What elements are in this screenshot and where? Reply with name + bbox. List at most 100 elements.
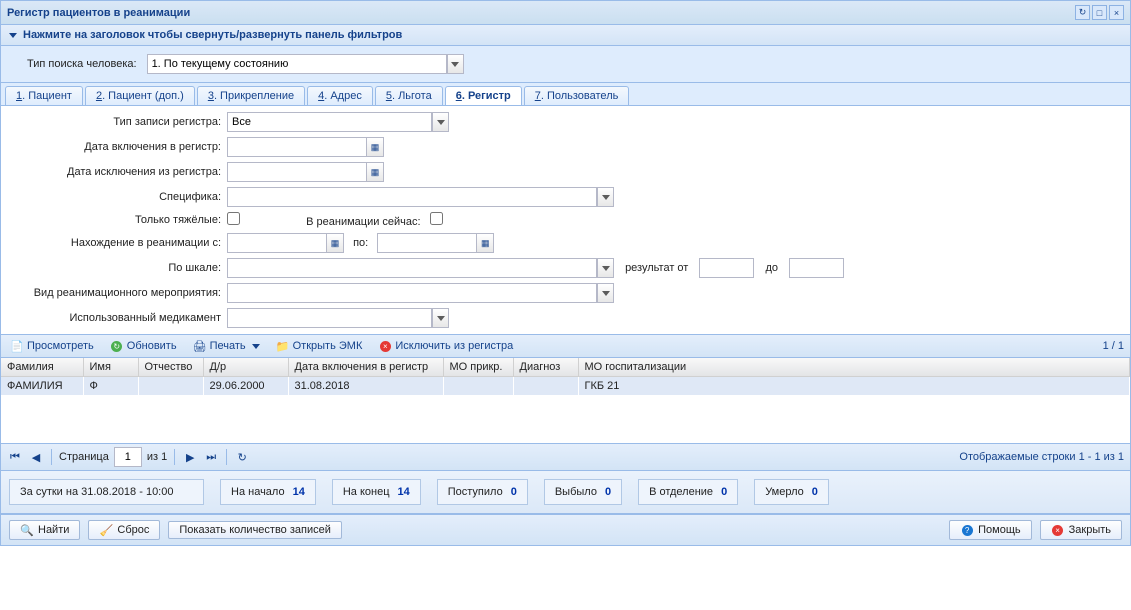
search-type-combo[interactable] xyxy=(147,54,464,74)
summary-start: На начало14 xyxy=(220,479,316,505)
filter-hint: Нажмите на заголовок чтобы свернуть/разв… xyxy=(23,29,402,41)
pager: ⏮ ◀ Страница из 1 ▶ ⏭ ↻ Отображаемые стр… xyxy=(1,443,1130,471)
titlebar: Регистр пациентов в реанимации ↻ □ × xyxy=(1,1,1130,25)
prev-page-icon[interactable]: ◀ xyxy=(28,449,44,465)
maximize-icon[interactable]: □ xyxy=(1092,5,1107,20)
page-label: Страница xyxy=(59,451,109,463)
tab-1[interactable]: 2. Пациент (доп.) xyxy=(85,86,195,105)
open-emk-button[interactable]: 📁Открыть ЭМК xyxy=(273,337,366,355)
column-header[interactable]: МО прикр. xyxy=(443,358,513,377)
dropdown-trigger-icon[interactable] xyxy=(432,112,449,132)
page-of: из 1 xyxy=(147,451,167,463)
find-button[interactable]: 🔍Найти xyxy=(9,520,80,540)
filter-panel-header[interactable]: Нажмите на заголовок чтобы свернуть/разв… xyxy=(1,25,1130,46)
refresh-button[interactable]: ↻Обновить xyxy=(107,337,180,355)
excl-date-field[interactable]: ▦ xyxy=(227,162,1122,182)
record-count: 1 / 1 xyxy=(1103,340,1124,352)
search-type-label: Тип поиска человека: xyxy=(27,58,143,70)
printer-icon: 🖨 xyxy=(193,339,207,353)
refresh-icon: ↻ xyxy=(110,339,124,353)
stay-from-label: Нахождение в реанимации с: xyxy=(9,237,227,249)
result-from-input[interactable] xyxy=(699,258,754,278)
column-header[interactable]: Отчество xyxy=(138,358,203,377)
scale-combo[interactable] xyxy=(227,258,614,278)
help-button[interactable]: ?Помощь xyxy=(949,520,1032,540)
incl-date-label: Дата включения в регистр: xyxy=(9,141,227,153)
search-type-row: Тип поиска человека: xyxy=(1,46,1130,83)
tab-strip: 1. Пациент2. Пациент (доп.)3. Прикреплен… xyxy=(1,83,1130,106)
stay-to-date[interactable]: ▦ xyxy=(377,233,494,253)
search-type-value[interactable] xyxy=(147,54,447,74)
drug-combo[interactable] xyxy=(227,308,1122,328)
dropdown-trigger-icon[interactable] xyxy=(597,187,614,207)
next-page-icon[interactable]: ▶ xyxy=(182,449,198,465)
summary-in: Поступило0 xyxy=(437,479,528,505)
drug-label: Использованный медикамент xyxy=(9,312,227,324)
tab-4[interactable]: 5. Льгота xyxy=(375,86,443,105)
tab-5[interactable]: 6. Регистр xyxy=(445,86,522,105)
result-from-label: результат от xyxy=(625,262,688,274)
column-header[interactable]: Имя xyxy=(83,358,138,377)
help-icon: ? xyxy=(960,523,974,537)
tab-3[interactable]: 4. Адрес xyxy=(307,86,373,105)
summary-asof: За сутки на 31.08.2018 - 10:00 xyxy=(9,479,204,505)
last-page-icon[interactable]: ⏭ xyxy=(203,449,219,465)
column-header[interactable]: Диагноз xyxy=(513,358,578,377)
column-header[interactable]: Дата включения в регистр xyxy=(288,358,443,377)
calendar-icon[interactable]: ▦ xyxy=(367,162,384,182)
severe-only-label: Только тяжёлые: xyxy=(9,214,227,226)
calendar-icon[interactable]: ▦ xyxy=(367,137,384,157)
calendar-icon[interactable]: ▦ xyxy=(327,233,344,253)
close-icon[interactable]: × xyxy=(1109,5,1124,20)
event-type-label: Вид реанимационного мероприятия: xyxy=(9,287,227,299)
close-button[interactable]: ×Закрыть xyxy=(1040,520,1122,540)
first-page-icon[interactable]: ⏮ xyxy=(7,449,23,465)
chevron-down-icon xyxy=(252,344,260,349)
in-reanim-now-label: В реанимации сейчас: xyxy=(306,216,426,228)
rec-type-label: Тип записи регистра: xyxy=(9,116,227,128)
table-row[interactable]: ФАМИЛИЯФ29.06.200031.08.2018ГКБ 21 xyxy=(1,377,1130,396)
column-header[interactable]: Д/р xyxy=(203,358,288,377)
rec-type-combo[interactable] xyxy=(227,112,1122,132)
window-registry: Регистр пациентов в реанимации ↻ □ × Наж… xyxy=(0,0,1131,546)
reload-icon[interactable]: ↻ xyxy=(234,449,250,465)
specific-label: Специфика: xyxy=(9,191,227,203)
view-button[interactable]: 📄Просмотреть xyxy=(7,337,97,355)
in-reanim-now-checkbox[interactable] xyxy=(430,212,443,225)
tab-2[interactable]: 3. Прикрепление xyxy=(197,86,305,105)
calendar-icon[interactable]: ▦ xyxy=(477,233,494,253)
window-title: Регистр пациентов в реанимации xyxy=(7,7,1073,19)
tab-0[interactable]: 1. Пациент xyxy=(5,86,83,105)
specific-combo[interactable] xyxy=(227,187,1122,207)
dropdown-trigger-icon[interactable] xyxy=(597,258,614,278)
incl-date-field[interactable]: ▦ xyxy=(227,137,1122,157)
print-button[interactable]: 🖨Печать xyxy=(190,337,263,355)
remove-icon: × xyxy=(378,339,392,353)
reset-icon: 🧹 xyxy=(99,523,113,537)
event-type-combo[interactable] xyxy=(227,283,1122,303)
result-to-label: до xyxy=(765,262,778,274)
exclude-button[interactable]: ×Исключить из регистра xyxy=(375,337,516,355)
grid-toolbar: 📄Просмотреть ↻Обновить 🖨Печать 📁Открыть … xyxy=(1,335,1130,358)
page-input[interactable] xyxy=(114,447,142,467)
tab-6[interactable]: 7. Пользователь xyxy=(524,86,630,105)
dropdown-trigger-icon[interactable] xyxy=(597,283,614,303)
refresh-icon[interactable]: ↻ xyxy=(1075,5,1090,20)
reset-button[interactable]: 🧹Сброс xyxy=(88,520,160,540)
column-header[interactable]: Фамилия xyxy=(1,358,83,377)
summary-dead: Умерло0 xyxy=(754,479,829,505)
summary-out: Выбыло0 xyxy=(544,479,622,505)
excl-date-label: Дата исключения из регистра: xyxy=(9,166,227,178)
doc-icon: 📄 xyxy=(10,339,24,353)
chevron-down-icon xyxy=(9,33,17,38)
form-area: Тип записи регистра: Дата включения в ре… xyxy=(1,106,1130,335)
result-to-input[interactable] xyxy=(789,258,844,278)
dropdown-trigger-icon[interactable] xyxy=(432,308,449,328)
show-count-button[interactable]: Показать количество записей xyxy=(168,521,342,539)
dropdown-trigger-icon[interactable] xyxy=(447,54,464,74)
stay-from-date[interactable]: ▦ xyxy=(227,233,344,253)
column-header[interactable]: МО госпитализации xyxy=(578,358,1130,377)
footer-bar: 🔍Найти 🧹Сброс Показать количество записе… xyxy=(1,514,1130,545)
severe-only-checkbox[interactable] xyxy=(227,212,240,225)
summary-dept: В отделение0 xyxy=(638,479,738,505)
